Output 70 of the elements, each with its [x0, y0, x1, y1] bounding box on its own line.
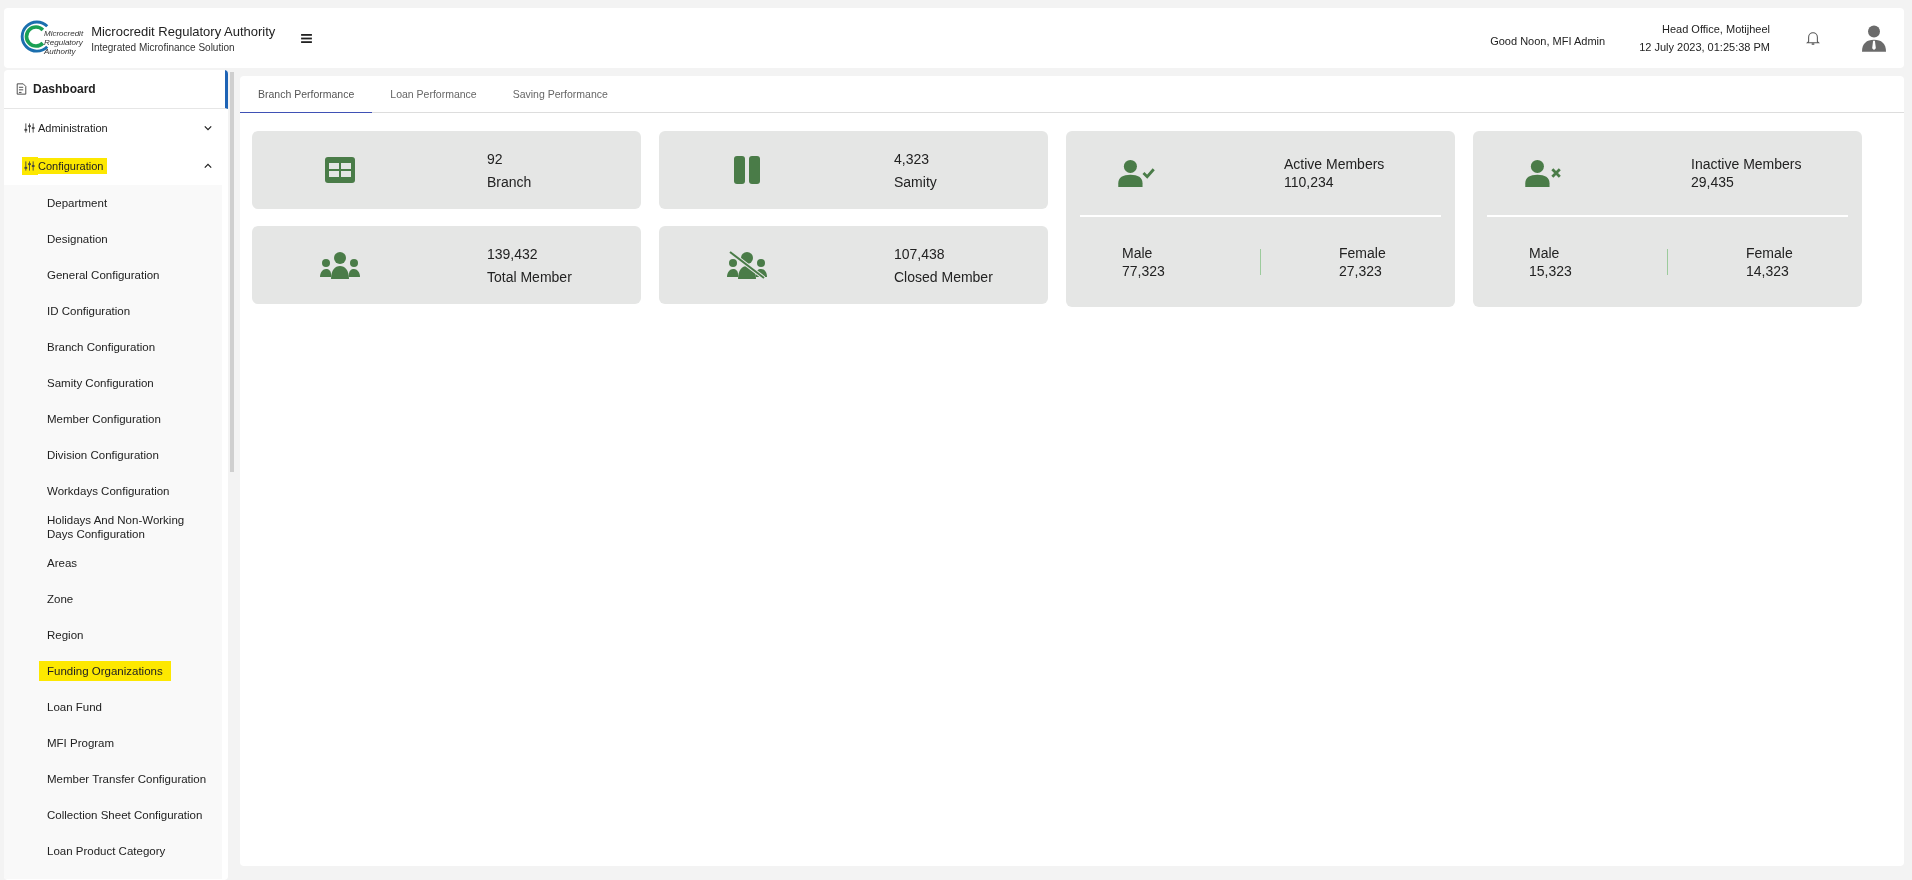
tab[interactable]: Loan Performance — [372, 76, 495, 113]
nav-label: Administration — [38, 121, 109, 136]
tab[interactable]: Branch Performance — [240, 76, 373, 113]
gender-value: 77,323 — [1122, 263, 1166, 279]
gender-label: Male — [1122, 245, 1154, 261]
nav-label: Configuration — [38, 158, 108, 174]
nav-subitem[interactable]: Workdays Configuration — [39, 480, 178, 502]
table-icon — [324, 156, 355, 184]
scrollbar[interactable] — [230, 72, 234, 472]
nav-subitem[interactable]: ID Configuration — [39, 300, 139, 322]
nav-subitem[interactable]: Holidays And Non-Working Days Configuration — [39, 509, 216, 545]
nav-subitem[interactable]: Collection Sheet Configuration — [39, 804, 211, 826]
nav-subitem[interactable]: Branch Configuration — [39, 336, 164, 358]
stat-label: Samity — [894, 173, 937, 190]
stat-value: 139,432 — [487, 245, 539, 262]
gender-value: 15,323 — [1529, 263, 1573, 279]
menu-icon[interactable] — [301, 33, 313, 43]
stat-label: Active Members — [1284, 156, 1385, 172]
stat-value: 110,234 — [1284, 174, 1335, 190]
nav-subitem[interactable]: MFI Program — [39, 732, 123, 754]
gender-value: 14,323 — [1746, 263, 1790, 279]
group-slashed-icon — [726, 251, 767, 279]
nav-label: Dashboard — [33, 82, 96, 96]
group-icon — [319, 251, 360, 279]
stat-value: 92 — [487, 150, 504, 167]
stat-value: 29,435 — [1691, 174, 1735, 190]
stat-value: 107,438 — [894, 245, 946, 262]
app-name: Integrated Microfinance Solution — [91, 41, 236, 53]
gender-value: 27,323 — [1339, 263, 1383, 279]
stat-value: 4,323 — [894, 150, 931, 167]
gender-label: Male — [1529, 245, 1561, 261]
stat-label: Total Member — [487, 268, 572, 285]
document-icon — [16, 83, 27, 95]
stat-label: Branch — [487, 173, 532, 190]
nav-group[interactable]: Administration — [4, 109, 228, 147]
greeting-text: Good Noon, MFI Admin — [1490, 35, 1606, 47]
organization-name: Microcredit Regulatory Authority — [91, 23, 276, 39]
gender-label: Female — [1746, 245, 1794, 261]
nav-subitem[interactable]: Member Configuration — [39, 408, 169, 430]
nav-subitem[interactable]: Region — [39, 624, 92, 646]
bell-icon[interactable] — [1806, 30, 1820, 46]
user-avatar-icon[interactable] — [1862, 24, 1886, 52]
nav-subitem[interactable]: Department — [39, 192, 116, 214]
person-cross-icon — [1523, 159, 1563, 187]
logo-text: Regulatory — [44, 37, 84, 47]
chevron-down-icon — [204, 125, 212, 131]
stat-label: Closed Member — [894, 268, 993, 285]
columns-icon — [731, 156, 762, 184]
chevron-up-icon — [204, 163, 212, 169]
office-name: Head Office, Motijheel — [1661, 23, 1770, 35]
logo-text: Authority — [44, 46, 76, 56]
sliders-icon — [22, 157, 38, 175]
nav-group[interactable]: Configuration — [4, 147, 228, 185]
nav-item[interactable]: Dashboard — [4, 70, 228, 109]
nav-subitem[interactable]: Loan Product Category — [39, 840, 174, 862]
nav-subitem[interactable]: General Configuration — [39, 264, 168, 286]
person-check-icon — [1116, 159, 1156, 187]
nav-subitem[interactable]: Member Transfer Configuration — [39, 768, 215, 790]
nav-subitem[interactable]: Samity Configuration — [39, 372, 162, 394]
logo-text: Microcredit — [44, 28, 84, 38]
date-time: 12 July 2023, 01:25:38 PM — [1639, 41, 1770, 53]
nav-subitem[interactable]: Loan Fund — [39, 696, 110, 718]
gender-label: Female — [1339, 245, 1387, 261]
nav-subitem[interactable]: Funding Organizations — [39, 660, 171, 682]
nav-subitem[interactable]: Designation — [39, 228, 116, 250]
tab[interactable]: Saving Performance — [494, 76, 626, 113]
nav-subitem[interactable]: Zone — [39, 588, 82, 610]
nav-subitem[interactable]: Areas — [39, 552, 86, 574]
nav-subitem[interactable]: Division Configuration — [39, 444, 167, 466]
stat-label: Inactive Members — [1691, 156, 1802, 172]
